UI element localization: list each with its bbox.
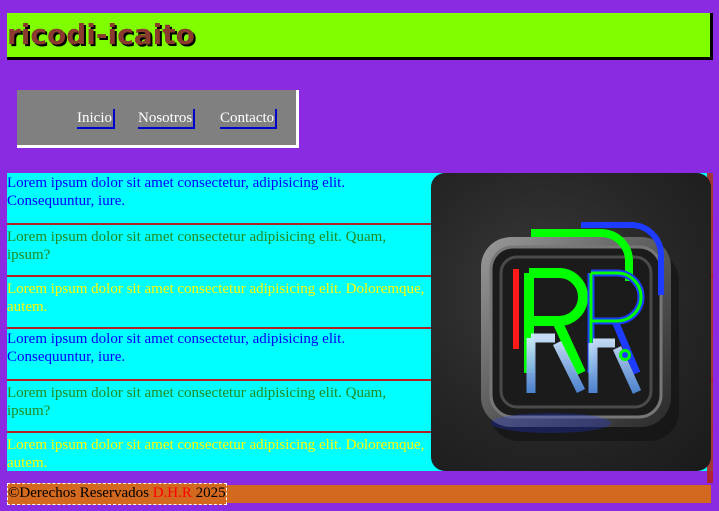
content-section: Lorem ipsum dolor sit amet consectetur, … <box>7 173 713 483</box>
list-item-text: Lorem ipsum dolor sit amet consectetur a… <box>7 385 387 419</box>
nav-link-nosotros[interactable]: Nosotros <box>138 109 196 129</box>
rr-logo-icon <box>481 222 679 441</box>
main-nav: Inicio Nosotros Contacto <box>17 90 299 148</box>
list-item-text: Lorem ipsum dolor sit amet consectetur a… <box>7 229 387 263</box>
copyright-name: D.H.R <box>152 485 192 501</box>
site-header: ricodi-icaito <box>7 13 713 60</box>
nav-link-contacto[interactable]: Contacto <box>220 109 278 129</box>
copyright-text: ©Derechos Reservados D.H.R 2025 <box>7 483 227 505</box>
logo-image <box>431 173 711 471</box>
copyright-prefix: ©Derechos Reservados <box>8 485 153 501</box>
list-item-text: Lorem ipsum dolor sit amet consectetur a… <box>7 437 425 471</box>
copyright-year: 2025 <box>191 485 226 501</box>
list-item-text: Lorem ipsum dolor sit amet consectetur, … <box>7 331 346 365</box>
nav-link-inicio[interactable]: Inicio <box>77 109 115 129</box>
list-item-text: Lorem ipsum dolor sit amet consectetur a… <box>7 281 425 315</box>
list-item-text: Lorem ipsum dolor sit amet consectetur, … <box>7 175 346 209</box>
site-footer: ©Derechos Reservados D.H.R 2025 <box>7 483 711 505</box>
site-title: ricodi-icaito <box>7 18 195 51</box>
